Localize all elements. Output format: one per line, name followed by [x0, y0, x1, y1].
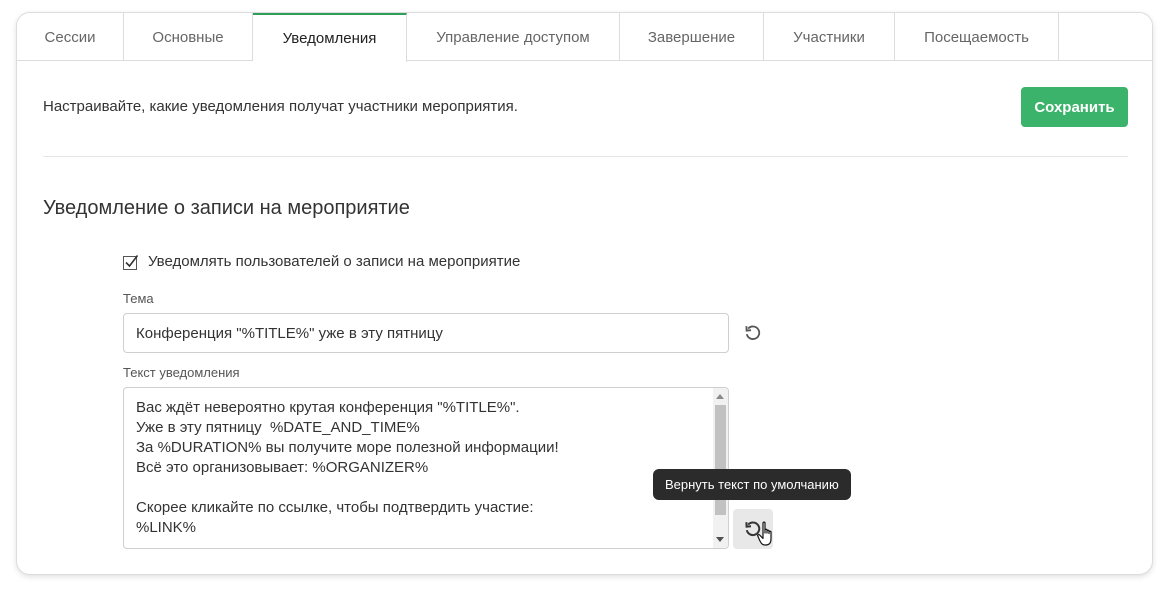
notify-checkbox[interactable] [123, 254, 139, 270]
reset-icon [745, 325, 761, 340]
tab-label: Сессии [44, 28, 96, 46]
tooltip: Вернуть текст по умолчанию [653, 469, 851, 500]
tab-participants[interactable]: Участники [764, 13, 895, 61]
notify-checkbox-row[interactable]: Уведомлять пользователей о записи на мер… [123, 253, 520, 270]
body-textarea[interactable]: Вас ждёт невероятно крутая конференция "… [123, 387, 729, 549]
scroll-down-icon[interactable] [716, 537, 724, 542]
textarea-scrollbar[interactable] [713, 388, 728, 548]
tab-label: Основные [152, 28, 224, 46]
tab-sessions[interactable]: Сессии [17, 13, 124, 61]
divider [43, 156, 1128, 157]
settings-card: Сессии Основные Уведомления Управление д… [16, 12, 1153, 575]
subject-input[interactable] [123, 313, 729, 353]
reset-subject-button[interactable] [733, 313, 773, 353]
scroll-up-icon[interactable] [716, 394, 724, 399]
notify-checkbox-label: Уведомлять пользователей о записи на мер… [148, 253, 521, 270]
page-description: Настраивайте, какие уведомления получат … [43, 98, 518, 115]
tab-completion[interactable]: Завершение [620, 13, 764, 61]
body-label: Текст уведомления [123, 365, 240, 380]
tab-access-control[interactable]: Управление доступом [407, 13, 620, 61]
subject-label: Тема [123, 291, 154, 306]
checkmark-icon [123, 254, 139, 270]
body-text[interactable]: Вас ждёт невероятно крутая конференция "… [136, 398, 706, 538]
tab-notifications[interactable]: Уведомления [253, 13, 407, 62]
hand-pointer-icon [757, 521, 772, 546]
tab-attendance[interactable]: Посещаемость [895, 13, 1059, 61]
tab-bar: Сессии Основные Уведомления Управление д… [17, 13, 1152, 62]
tab-general[interactable]: Основные [124, 13, 253, 61]
tab-label: Управление доступом [436, 28, 590, 46]
tab-label: Завершение [647, 28, 736, 46]
tab-label: Участники [793, 28, 865, 46]
section-title: Уведомление о записи на мероприятие [43, 197, 410, 219]
tab-label: Уведомления [282, 30, 377, 47]
save-button[interactable]: Сохранить [1021, 87, 1128, 127]
tab-label: Посещаемость [924, 28, 1029, 46]
